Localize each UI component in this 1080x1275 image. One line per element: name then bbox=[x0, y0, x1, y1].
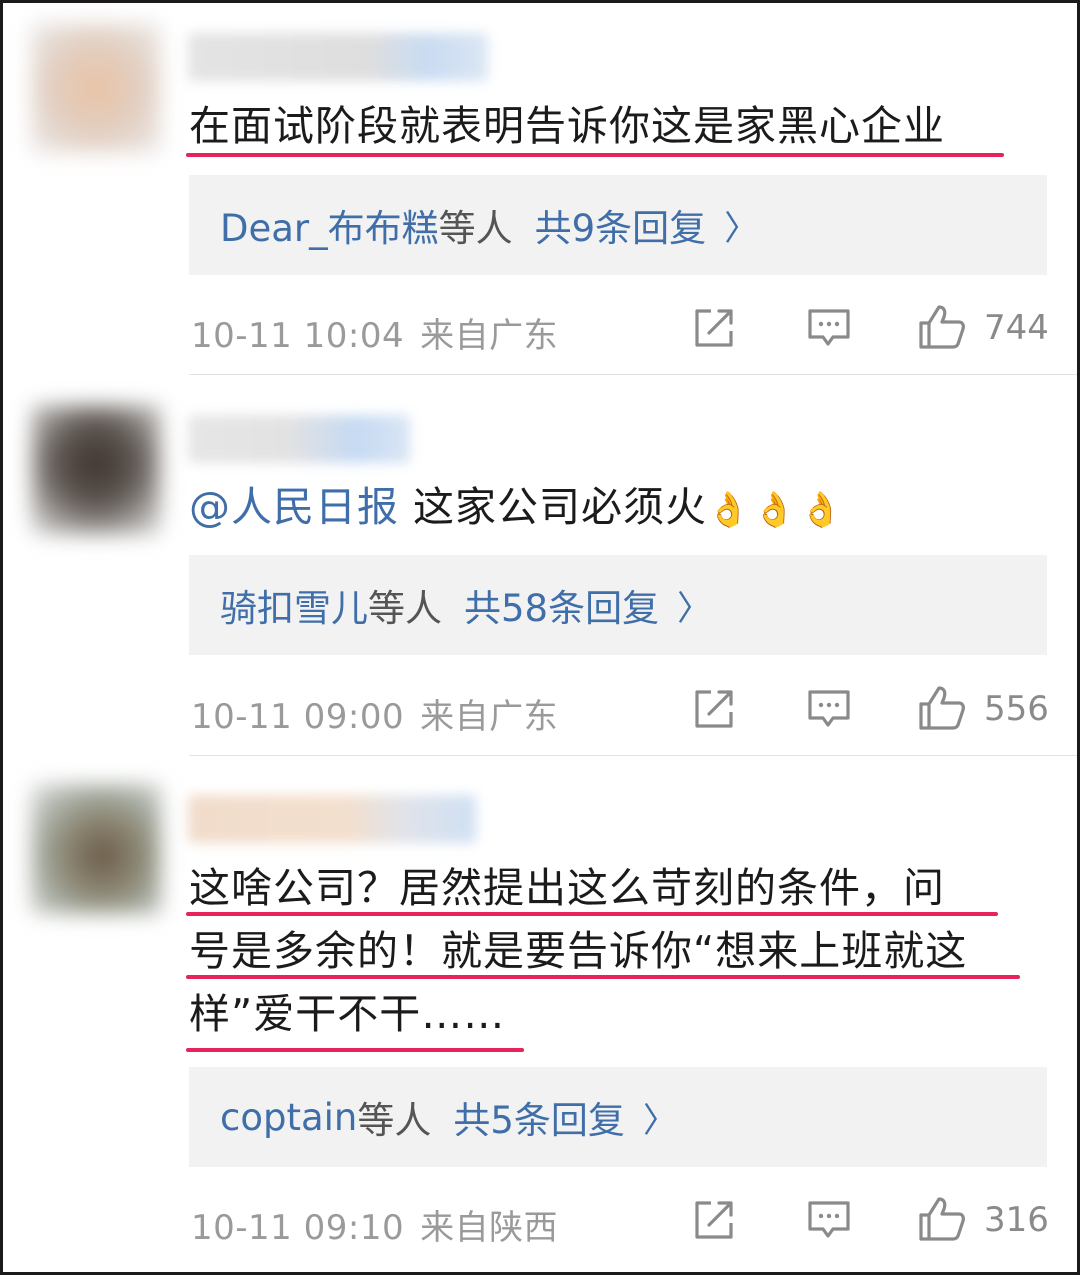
reply-users[interactable]: 骑扣雪儿 bbox=[220, 578, 368, 632]
comment-meta: 10-11 09:10 来自陕西 bbox=[191, 1200, 558, 1249]
username-blurred[interactable] bbox=[188, 415, 410, 463]
like-count: 316 bbox=[984, 1200, 1049, 1240]
like-icon[interactable] bbox=[917, 303, 967, 351]
comment-icon[interactable] bbox=[806, 305, 852, 351]
comment-meta: 10-11 10:04 来自广东 bbox=[191, 308, 558, 357]
reply-users[interactable]: Dear_布布糕 bbox=[220, 198, 439, 252]
highlight-underline bbox=[186, 975, 1020, 979]
share-icon[interactable] bbox=[691, 305, 737, 351]
avatar[interactable] bbox=[31, 23, 161, 153]
reply-summary[interactable]: Dear_布布糕 等人 共9条回复 〉 bbox=[189, 175, 1047, 275]
comment-text-line: 这啥公司？居然提出这么苛刻的条件，问 bbox=[189, 864, 945, 912]
reply-others: 等人 bbox=[357, 1099, 432, 1142]
reply-summary[interactable]: 骑扣雪儿 等人 共58条回复 〉 bbox=[189, 555, 1047, 655]
like-icon[interactable] bbox=[917, 684, 967, 732]
username-blurred[interactable] bbox=[188, 33, 488, 81]
like-count: 556 bbox=[984, 689, 1049, 729]
username-blurred[interactable] bbox=[188, 795, 476, 843]
comment-meta: 10-11 09:00 来自广东 bbox=[191, 689, 558, 738]
like-count: 744 bbox=[984, 308, 1049, 348]
comment-icon[interactable] bbox=[806, 686, 852, 732]
chevron-right-icon: 〉 bbox=[642, 1100, 677, 1141]
ok-hand-emoji: 👌👌👌 bbox=[707, 490, 847, 530]
divider bbox=[189, 755, 1077, 756]
comment-text: 在面试阶段就表明告诉你这是家黑心企业 bbox=[189, 95, 1049, 158]
reply-count[interactable]: 共5条回复 bbox=[453, 1090, 625, 1144]
share-icon[interactable] bbox=[691, 686, 737, 732]
comment-text-line: 样”爱干不干…… bbox=[189, 990, 506, 1038]
highlight-underline bbox=[186, 1048, 524, 1052]
location: 来自陕西 bbox=[420, 1208, 559, 1248]
reply-count[interactable]: 共58条回复 bbox=[464, 578, 659, 632]
like-icon[interactable] bbox=[917, 1195, 967, 1243]
reply-others: 等人 bbox=[368, 587, 442, 630]
chevron-right-icon: 〉 bbox=[677, 588, 712, 629]
comment-list: 在面试阶段就表明告诉你这是家黑心企业 Dear_布布糕 等人 共9条回复 〉 1… bbox=[0, 0, 1080, 1275]
reply-count[interactable]: 共9条回复 bbox=[535, 198, 707, 252]
divider bbox=[189, 374, 1077, 375]
comment-text-line: 号是多余的！就是要告诉你“想来上班就这 bbox=[189, 927, 968, 975]
reply-others: 等人 bbox=[438, 207, 513, 250]
location: 来自广东 bbox=[420, 697, 559, 737]
comment-body: 这家公司必须火 bbox=[413, 483, 708, 531]
avatar[interactable] bbox=[31, 784, 161, 914]
comment-text-line: 在面试阶段就表明告诉你这是家黑心企业 bbox=[189, 102, 945, 150]
comment-text: @人民日报 这家公司必须火👌👌👌 bbox=[189, 476, 1049, 539]
timestamp: 10-11 09:00 bbox=[191, 697, 405, 737]
avatar[interactable] bbox=[31, 405, 161, 535]
highlight-underline bbox=[186, 912, 998, 916]
timestamp: 10-11 10:04 bbox=[191, 316, 405, 356]
highlight-underline bbox=[186, 153, 1004, 157]
comment-text: 这啥公司？居然提出这么苛刻的条件，问 号是多余的！就是要告诉你“想来上班就这 样… bbox=[189, 857, 1049, 1046]
location: 来自广东 bbox=[420, 316, 559, 356]
reply-users[interactable]: coptain bbox=[220, 1096, 357, 1139]
mention-link[interactable]: @人民日报 bbox=[189, 483, 399, 531]
comment-icon[interactable] bbox=[806, 1197, 852, 1243]
chevron-right-icon: 〉 bbox=[724, 208, 759, 249]
share-icon[interactable] bbox=[691, 1197, 737, 1243]
timestamp: 10-11 09:10 bbox=[191, 1208, 405, 1248]
reply-summary[interactable]: coptain 等人 共5条回复 〉 bbox=[189, 1067, 1047, 1167]
